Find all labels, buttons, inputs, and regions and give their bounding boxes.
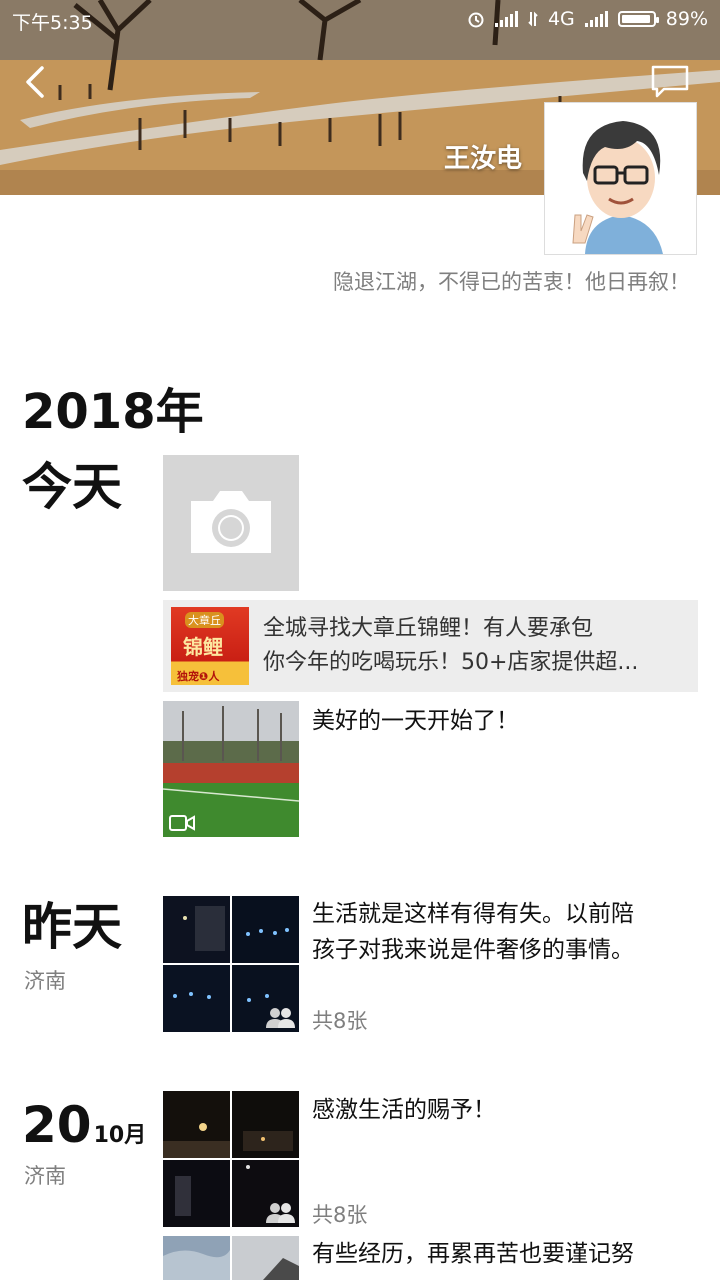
article-thumbnail: 大章丘 锦鲤 独宠❶人 [171, 607, 249, 685]
day-label-today: 今天 [22, 458, 122, 516]
post-text-3[interactable]: 有些经历，再累再苦也要谨记努 [312, 1236, 634, 1272]
date-day: 20 [22, 1096, 92, 1154]
video-post-text[interactable]: 美好的一天开始了！ [312, 703, 519, 739]
video-thumbnail[interactable] [163, 701, 299, 837]
status-time: 下午5:35 [12, 12, 93, 34]
photo-grid[interactable] [163, 896, 299, 1032]
data-arrow-icon [528, 11, 538, 27]
cartoon-avatar [545, 103, 696, 254]
year-header: 2018年 [22, 384, 204, 440]
article-title-line1: 全城寻找大章丘锦鲤！有人要承包 [263, 616, 594, 641]
day-label-yesterday: 昨天 [22, 898, 122, 956]
photo-grid-2[interactable] [163, 1091, 299, 1227]
multi-photo-icon-2 [266, 1203, 295, 1223]
back-button[interactable] [20, 62, 56, 102]
network-type: 4G [547, 8, 575, 30]
article-title: 全城寻找大章丘锦鲤！有人要承包 你今年的吃喝玩乐！50+店家提供超... [263, 612, 688, 680]
photo-grid-3[interactable] [163, 1236, 299, 1280]
battery-percent: 89% [665, 8, 708, 30]
camera-icon [191, 491, 271, 553]
location-label-2: 济南 [24, 1164, 66, 1188]
shared-article-card[interactable]: 大章丘 锦鲤 独宠❶人 全城寻找大章丘锦鲤！有人要承包 你今年的吃喝玩乐！50+… [163, 600, 698, 692]
photo-count: 共8张 [312, 1009, 368, 1033]
location-label: 济南 [24, 969, 66, 993]
post-text-line1: 生活就是这样有得有失。以前陪 [312, 901, 634, 927]
thumb-tag: 独宠❶人 [177, 670, 220, 683]
date-label: 2010月 [22, 1100, 146, 1150]
add-photo-button[interactable] [163, 455, 299, 591]
thumb-brand: 大章丘 [185, 612, 224, 628]
post-text-2[interactable]: 感激生活的赐予！ [312, 1092, 496, 1128]
profile-signature: 隐退江湖，不得已的苦衷！他日再叙！ [333, 270, 690, 294]
status-icons: 4G 89% [467, 8, 708, 30]
article-title-line2: 你今年的吃喝玩乐！50+店家提供超... [263, 650, 639, 675]
post-text[interactable]: 生活就是这样有得有失。以前陪 孩子对我来说是件奢侈的事情。 [312, 896, 634, 968]
alarm-icon [468, 12, 484, 28]
date-month: 10月 [93, 1123, 147, 1148]
post-text-line2: 孩子对我来说是件奢侈的事情。 [312, 937, 634, 963]
signal-icon [494, 11, 518, 27]
battery-icon [617, 11, 659, 27]
profile-name: 王汝电 [443, 144, 522, 174]
chevron-left-icon [26, 66, 44, 98]
sky-photos [163, 1236, 299, 1280]
avatar[interactable] [544, 102, 697, 255]
comment-icon [651, 65, 689, 98]
status-bar: 下午5:35 4G 89% [0, 0, 720, 38]
photo-count-2: 共8张 [312, 1203, 368, 1227]
video-camera-icon [169, 815, 195, 831]
messages-button[interactable] [650, 64, 690, 100]
signal-2-icon [584, 11, 608, 27]
multi-photo-icon [266, 1008, 295, 1028]
thumb-title: 锦鲤 [183, 635, 223, 659]
